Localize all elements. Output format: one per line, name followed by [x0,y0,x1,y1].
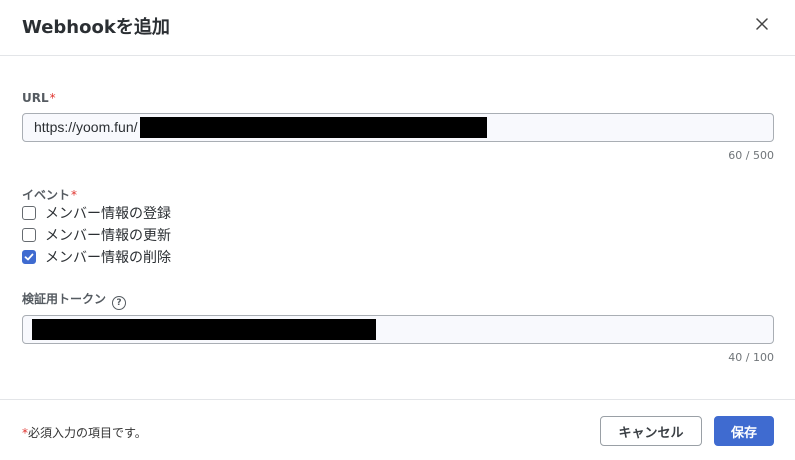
required-note-text: 必須入力の項目です。 [28,426,147,440]
url-char-counter: 60 / 500 [728,149,774,162]
url-input-value: https://yoom.fun/ [34,119,138,135]
checkbox-member-create[interactable]: メンバー情報の登録 [22,203,171,223]
checkbox-label: メンバー情報の登録 [45,206,171,222]
required-note: *必須入力の項目です。 [22,424,147,441]
checkbox-box[interactable] [22,228,36,242]
event-label-text: イベント [22,188,71,202]
cancel-button[interactable]: キャンセル [600,416,702,446]
checkbox-label: メンバー情報の更新 [45,228,171,244]
checkbox-member-delete[interactable]: メンバー情報の削除 [22,247,171,267]
checkbox-label: メンバー情報の削除 [45,250,171,266]
event-label: イベント* [22,186,77,203]
dialog-header: Webhookを追加 [0,0,795,56]
redacted-block [140,117,487,138]
url-label-text: URL [22,91,49,105]
url-label: URL* [22,91,56,105]
token-label: 検証用トークン? [22,290,127,310]
dialog-footer: *必須入力の項目です。 キャンセル 保存 [0,399,795,460]
close-icon[interactable] [751,13,773,35]
url-input[interactable]: https://yoom.fun/ [22,113,774,142]
checkmark-icon [24,253,34,261]
webhook-dialog: Webhookを追加 URL* https://yoom.fun/ 60 / 5… [0,0,795,460]
checkbox-box-checked[interactable] [22,250,36,264]
help-circle-icon[interactable]: ? [112,296,127,310]
checkbox-member-update[interactable]: メンバー情報の更新 [22,225,171,245]
token-char-counter: 40 / 100 [728,351,774,364]
required-mark: * [49,91,56,105]
redacted-block [32,319,376,340]
checkbox-box[interactable] [22,206,36,220]
token-input[interactable] [22,315,774,344]
dialog-title: Webhookを追加 [22,17,170,38]
required-mark: * [71,188,78,202]
token-label-text: 検証用トークン [22,292,107,306]
save-button[interactable]: 保存 [714,416,774,446]
